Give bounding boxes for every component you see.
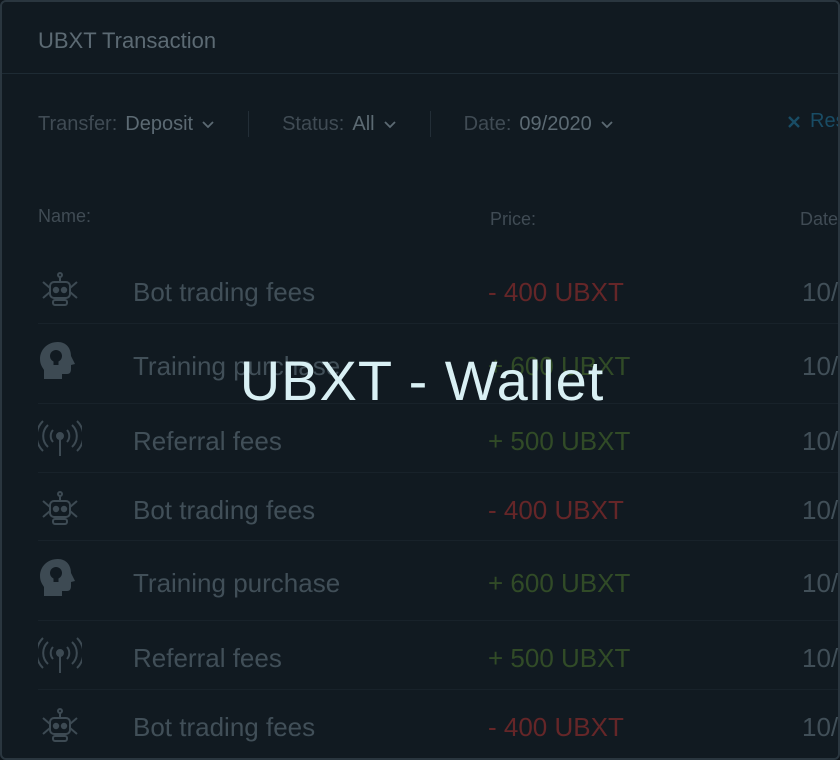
overlay-title: UBXT - Wallet <box>239 349 605 412</box>
transaction-panel: UBXT Transaction Transfer: Deposit Statu… <box>0 0 840 760</box>
